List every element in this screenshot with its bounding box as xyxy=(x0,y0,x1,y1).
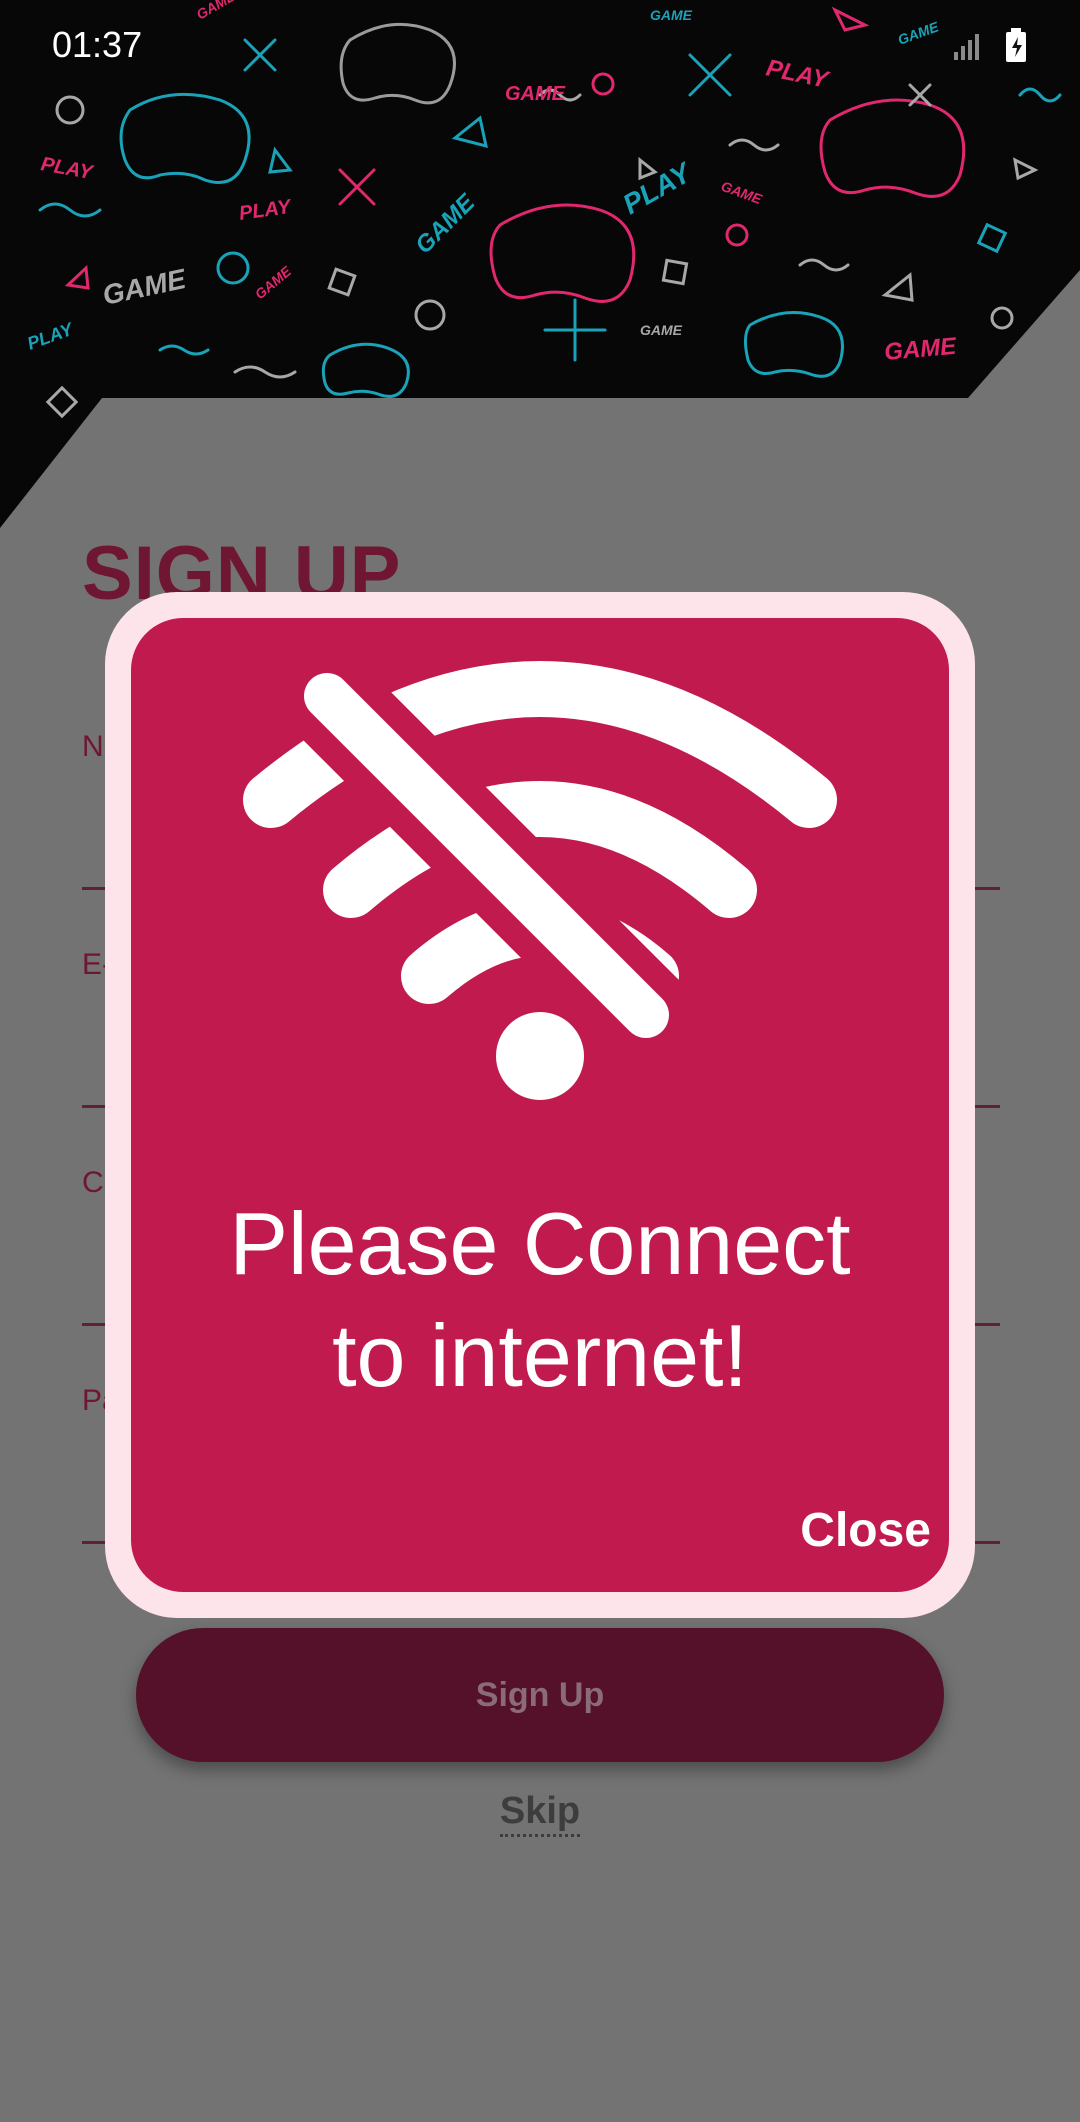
dialog-message: Please Connect to internet! xyxy=(131,1188,949,1412)
signal-icon xyxy=(954,34,979,60)
status-bar: 01:37 xyxy=(0,0,1080,90)
no-internet-dialog-panel: Please Connect to internet! Close xyxy=(131,618,949,1592)
close-button[interactable]: Close xyxy=(800,1503,931,1558)
status-time: 01:37 xyxy=(52,24,143,65)
battery-charging-icon xyxy=(1006,28,1026,62)
dialog-message-line-2: to internet! xyxy=(332,1306,748,1405)
wifi-off-icon xyxy=(243,648,837,1100)
skip-link[interactable]: Skip xyxy=(499,1790,581,1837)
dialog-message-line-1: Please Connect xyxy=(229,1194,851,1293)
no-internet-dialog: Please Connect to internet! Close xyxy=(105,592,975,1618)
svg-text:GAME: GAME xyxy=(640,322,683,338)
skip-link-container: Skip xyxy=(0,1790,1080,1837)
status-icons xyxy=(954,28,1026,62)
sign-up-button[interactable]: Sign Up xyxy=(136,1628,944,1762)
